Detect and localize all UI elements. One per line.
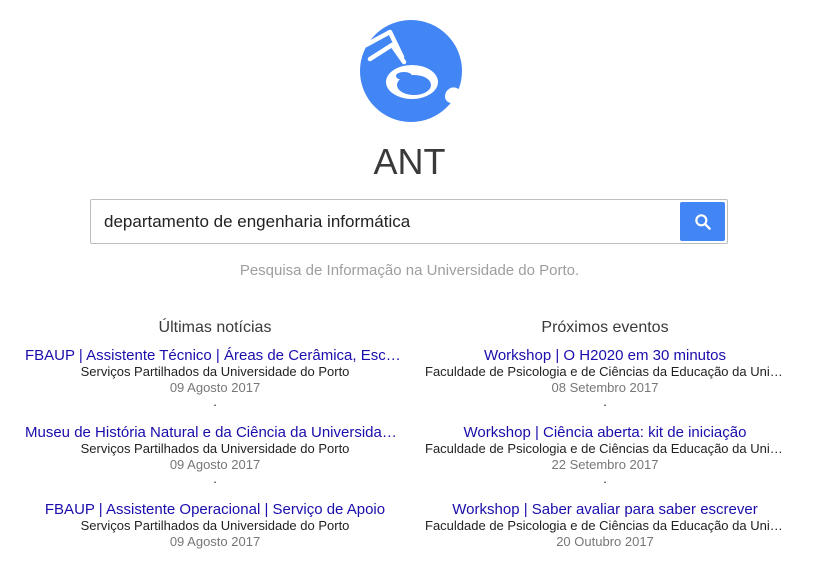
news-item-separator: . xyxy=(213,394,217,409)
event-item-separator: . xyxy=(603,471,607,486)
search-icon xyxy=(693,212,713,232)
event-item: Workshop | Ciência aberta: kit de inicia… xyxy=(425,424,785,501)
news-item: Museu de História Natural e da Ciência d… xyxy=(25,424,405,501)
news-item-title[interactable]: FBAUP | Assistente Técnico | Áreas de Ce… xyxy=(25,347,405,364)
event-item-title[interactable]: Workshop | O H2020 em 30 minutos xyxy=(425,347,785,364)
event-item-title[interactable]: Workshop | Saber avaliar para saber escr… xyxy=(425,501,785,518)
search-input[interactable] xyxy=(91,200,679,243)
event-item-source: Faculdade de Psicologia e de Ciências da… xyxy=(425,518,785,533)
ant-logo-icon xyxy=(360,18,462,124)
news-item-separator: . xyxy=(213,471,217,486)
event-item: Workshop | Saber avaliar para saber escr… xyxy=(425,501,785,550)
news-item-title[interactable]: Museu de História Natural e da Ciência d… xyxy=(25,424,405,441)
event-item-source: Faculdade de Psicologia e de Ciências da… xyxy=(425,364,785,379)
news-item-source: Serviços Partilhados da Universidade do … xyxy=(80,441,350,456)
news-item: FBAUP | Assistente Técnico | Áreas de Ce… xyxy=(25,347,405,424)
news-item-source: Serviços Partilhados da Universidade do … xyxy=(80,364,350,379)
news-heading: Últimas notícias xyxy=(158,319,272,336)
search-button[interactable] xyxy=(680,202,725,241)
news-item-source: Serviços Partilhados da Universidade do … xyxy=(80,518,350,533)
event-item-separator: . xyxy=(603,394,607,409)
event-item: Workshop | O H2020 em 30 minutos Faculda… xyxy=(425,347,785,424)
news-item-title[interactable]: FBAUP | Assistente Operacional | Serviço… xyxy=(25,501,405,518)
event-item-date: 20 Outubro 2017 xyxy=(556,534,654,549)
news-item-date: 09 Agosto 2017 xyxy=(169,534,261,549)
event-item-source: Faculdade de Psicologia e de Ciências da… xyxy=(425,441,785,456)
events-column: Próximos eventos Workshop | O H2020 em 3… xyxy=(425,318,785,550)
tagline: Pesquisa de Informação na Universidade d… xyxy=(239,262,580,279)
news-column: Últimas notícias FBAUP | Assistente Técn… xyxy=(25,318,405,550)
event-item-title[interactable]: Workshop | Ciência aberta: kit de inicia… xyxy=(425,424,785,441)
events-heading: Próximos eventos xyxy=(541,319,669,336)
app-title: ANT xyxy=(373,141,446,182)
news-item: FBAUP | Assistente Operacional | Serviço… xyxy=(25,501,405,550)
search-bar xyxy=(90,199,728,244)
